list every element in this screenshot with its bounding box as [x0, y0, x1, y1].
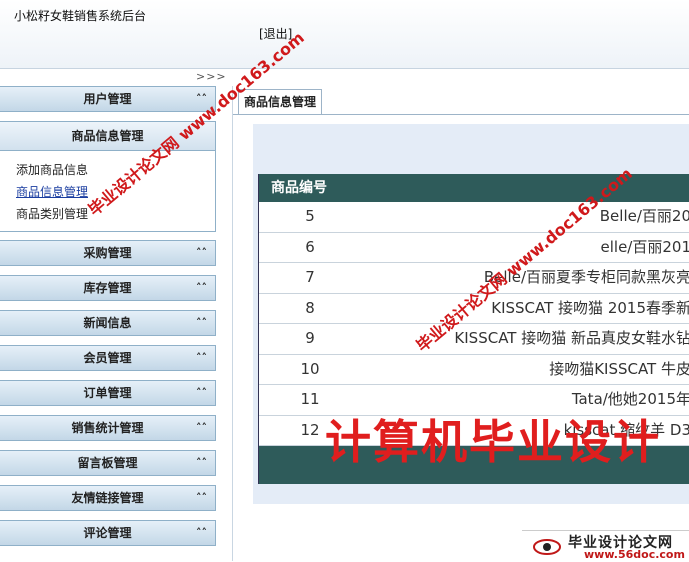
cell-name: elle/百丽201 — [600, 237, 689, 256]
cell-id: 11 — [300, 390, 320, 408]
menu-label: 采购管理 — [83, 246, 132, 260]
cell-id: 5 — [305, 207, 315, 225]
table-row[interactable]: 6 elle/百丽201 — [259, 232, 689, 263]
menu-news[interactable]: 新闻信息 ˄˄ — [0, 310, 216, 336]
product-table: 商品编号 5 Belle/百丽20 6 elle/百丽201 7 Belle/百丽夏季… — [258, 174, 689, 484]
menu-comments[interactable]: 评论管理 ˄˄ — [0, 520, 216, 546]
menu-member[interactable]: 会员管理 ˄˄ — [0, 345, 216, 371]
table-row[interactable]: 10 接吻猫KISSCAT 牛皮 — [259, 354, 689, 385]
table-row[interactable]: 11 Tata/他她2015年 — [259, 385, 689, 416]
menu-order[interactable]: 订单管理 ˄˄ — [0, 380, 216, 406]
menu-user[interactable]: 用户管理 ˄˄ — [0, 86, 216, 112]
cell-id: 12 — [300, 420, 320, 439]
submenu: 添加商品信息 商品信息管理 商品类别管理 — [0, 151, 215, 231]
cell-name: Belle/百丽夏季专柜同款黑灰亮 — [483, 268, 689, 286]
cell-name: kisscat 缩纹羊 D3 — [563, 420, 689, 439]
menu-label: 友情链接管理 — [71, 491, 144, 505]
chevron-up-icon: ˄˄ — [196, 491, 207, 504]
cell-id: 9 — [305, 329, 315, 347]
footer-logo-url: www.56doc.com — [584, 548, 685, 561]
site-logo-icon — [533, 539, 561, 555]
chevron-up-icon: ˄˄ — [196, 246, 207, 259]
menu-sales-stats[interactable]: 销售统计管理 ˄˄ — [0, 415, 216, 441]
table-row[interactable]: 8 KISSCAT 接吻猫 2015春季新 — [259, 293, 689, 324]
sidebar: 用户管理 ˄˄ 商品信息管理 添加商品信息 商品信息管理 商品类别管理 采购管理… — [0, 86, 216, 555]
chevron-up-icon: ˄˄ — [196, 316, 207, 329]
tab-divider — [233, 114, 689, 115]
cell-id: 8 — [305, 298, 315, 317]
cell-name: 接吻猫KISSCAT 牛皮 — [549, 359, 689, 378]
main-content: 商品信息管理 商品编号 5 Belle/百丽20 6 elle/百丽201 7 Bel… — [232, 86, 689, 561]
menu-product-header[interactable]: 商品信息管理 — [0, 122, 215, 151]
table-row[interactable]: 7 Belle/百丽夏季专柜同款黑灰亮 — [259, 263, 689, 294]
sidebar-toggle[interactable]: >>> — [196, 70, 227, 83]
chevron-up-icon: ˄˄ — [196, 421, 207, 434]
cell-id: 6 — [305, 237, 315, 256]
menu-label: 新闻信息 — [83, 316, 132, 330]
cell-name: Belle/百丽20 — [599, 207, 689, 225]
submenu-item-add-product[interactable]: 添加商品信息 — [16, 159, 215, 181]
table-row[interactable]: 9 KISSCAT 接吻猫 新品真皮女鞋水钻 — [259, 324, 689, 355]
chevron-up-icon: ˄˄ — [196, 526, 207, 539]
chevron-up-icon: ˄˄ — [196, 281, 207, 294]
menu-label: 会员管理 — [83, 351, 132, 365]
cell-name: Tata/他她2015年 — [571, 390, 689, 408]
menu-label: 留言板管理 — [77, 456, 138, 470]
table-footer — [259, 446, 689, 484]
chevron-up-icon: ˄˄ — [196, 386, 207, 399]
menu-inventory[interactable]: 库存管理 ˄˄ — [0, 275, 216, 301]
chevron-up-icon: ˄˄ — [196, 456, 207, 469]
menu-label: 销售统计管理 — [71, 421, 144, 435]
table-row[interactable]: 5 Belle/百丽20 — [259, 202, 689, 233]
menu-label: 订单管理 — [83, 386, 132, 400]
cell-name: KISSCAT 接吻猫 2015春季新 — [491, 298, 689, 317]
menu-label: 用户管理 — [83, 92, 132, 106]
menu-label: 评论管理 — [83, 526, 132, 540]
cell-id: 7 — [305, 268, 315, 286]
cell-name: KISSCAT 接吻猫 新品真皮女鞋水钻 — [454, 329, 689, 347]
table-header-product-id[interactable]: 商品编号 — [259, 174, 689, 202]
menu-friend-links[interactable]: 友情链接管理 ˄˄ — [0, 485, 216, 511]
submenu-item-manage-product[interactable]: 商品信息管理 — [16, 181, 215, 203]
footer-logo: 毕业设计论文网 www.56doc.com — [522, 530, 689, 562]
top-header: 小松籽女鞋销售系统后台 [退出] — [0, 0, 689, 69]
logout-link[interactable]: [退出] — [259, 25, 292, 42]
menu-product-open: 商品信息管理 添加商品信息 商品信息管理 商品类别管理 — [0, 121, 216, 232]
menu-guestbook[interactable]: 留言板管理 ˄˄ — [0, 450, 216, 476]
tab-product-management[interactable]: 商品信息管理 — [238, 89, 323, 114]
menu-purchase[interactable]: 采购管理 ˄˄ — [0, 240, 216, 266]
table-row[interactable]: 12 kisscat 缩纹羊 D3 — [259, 415, 689, 446]
cell-id: 10 — [300, 359, 320, 378]
menu-label: 库存管理 — [83, 281, 132, 295]
chevron-up-icon: ˄˄ — [196, 92, 207, 105]
app-title: 小松籽女鞋销售系统后台 — [14, 9, 147, 23]
submenu-item-product-category[interactable]: 商品类别管理 — [16, 203, 215, 225]
chevron-up-icon: ˄˄ — [196, 351, 207, 364]
